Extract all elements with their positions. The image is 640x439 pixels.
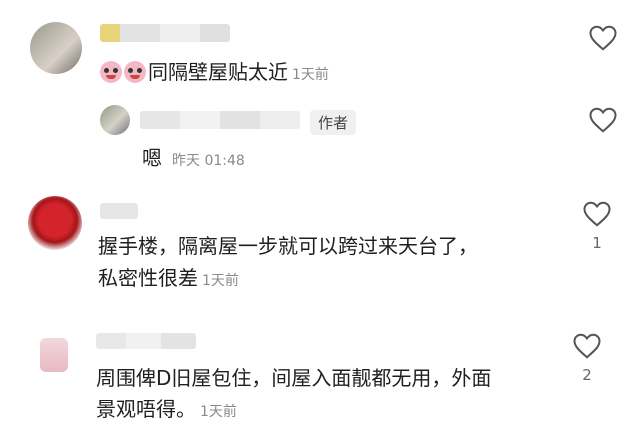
comment-3-line2: 私密性很差 1天前	[98, 262, 239, 297]
like-count: 2	[582, 366, 592, 384]
like-heart-icon[interactable]	[582, 200, 612, 228]
avatar[interactable]	[30, 22, 82, 74]
comment-4-line1: 周围俾D旧屋包住，间屋入面靓都无用，外面	[96, 366, 492, 390]
comment-4-line2: 景观唔得。 1天前	[96, 393, 237, 428]
avatar[interactable]	[40, 338, 68, 372]
like-count: 1	[592, 234, 602, 252]
timestamp: 1天前	[200, 404, 237, 420]
author-badge: 作者	[310, 110, 357, 135]
username-blurred[interactable]	[140, 111, 300, 129]
like-heart-icon[interactable]	[588, 24, 618, 52]
timestamp: 1天前	[292, 67, 329, 83]
comment-body: 私密性很差	[98, 266, 198, 290]
comment-3-line1: 握手楼，隔离屋一步就可以跨过来天台了，	[98, 234, 478, 258]
username-blurred[interactable]	[100, 203, 138, 219]
timestamp: 1天前	[202, 273, 239, 289]
comment-body: 景观唔得。	[96, 397, 196, 421]
like-heart-icon[interactable]	[588, 106, 618, 134]
comment-body: 同隔壁屋贴太近	[148, 60, 288, 84]
crying-emoji-icon	[124, 61, 146, 83]
avatar[interactable]	[28, 196, 82, 250]
crying-emoji-icon	[100, 61, 122, 83]
comment-1-text: 同隔壁屋贴太近 1天前	[100, 56, 329, 91]
comment-body: 嗯	[142, 146, 162, 170]
username-blurred[interactable]	[100, 24, 230, 42]
like-heart-icon[interactable]	[572, 332, 602, 360]
timestamp: 昨天 01:48	[172, 153, 245, 169]
avatar[interactable]	[100, 105, 130, 135]
username-blurred[interactable]	[96, 333, 196, 349]
reply-text: 嗯昨天 01:48	[142, 142, 245, 177]
